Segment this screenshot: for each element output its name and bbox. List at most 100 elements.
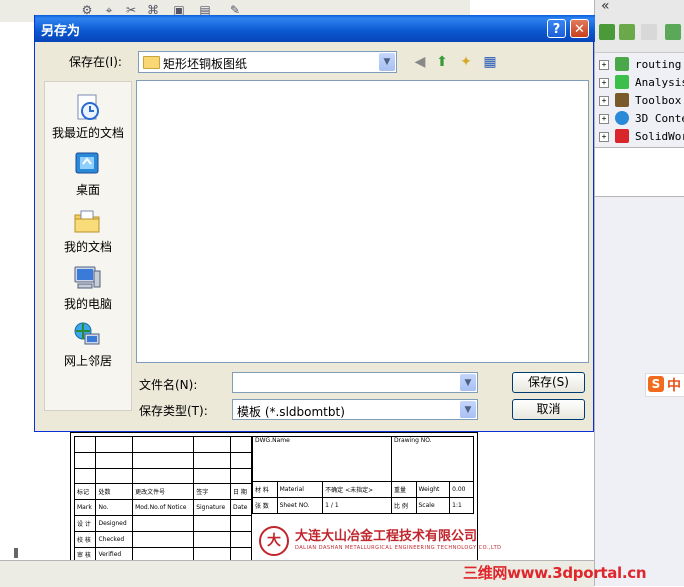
material-label-cn: 材 料	[252, 481, 278, 498]
task-pane: « + routing + Analysis + Toolbox + 3D Co…	[594, 0, 684, 586]
table-cell: Signature	[193, 499, 231, 516]
weight-value: 0.00	[449, 481, 474, 498]
save-in-label: 保存在(I):	[69, 55, 122, 69]
tree-item-analysis[interactable]: + Analysis	[595, 74, 684, 92]
file-type-value: 模板 (*.sldbomtbt)	[237, 405, 345, 419]
dialog-titlebar[interactable]: 另存为 ? ✕	[35, 15, 595, 42]
expand-icon[interactable]: +	[599, 114, 609, 124]
add-library-icon[interactable]	[619, 24, 635, 40]
places-bar: 我最近的文档 桌面 我的文档 我的电脑 网上邻居	[44, 81, 132, 411]
table-cell	[193, 530, 231, 548]
expand-icon[interactable]: +	[599, 132, 609, 142]
chevron-down-icon[interactable]: ▼	[379, 53, 395, 71]
my-computer-icon	[74, 266, 101, 289]
drawing-name-cell: DWG.Name	[252, 436, 392, 482]
scale-label-en: Scale	[415, 496, 451, 514]
sheet-label-cn: 张 数	[252, 496, 278, 514]
watermark: 三维网www.3dportal.cn	[463, 564, 647, 582]
scale-value: 1:1	[449, 496, 474, 514]
table-cell	[193, 514, 231, 532]
table-cell: Checked	[95, 530, 134, 548]
table-cell: 校 核	[73, 530, 97, 548]
file-list[interactable]	[136, 80, 589, 363]
tree-item-label: SolidWor	[635, 130, 684, 143]
place-label: 网上邻居	[63, 354, 112, 368]
table-cell	[229, 436, 253, 453]
table-cell: Designed	[95, 514, 134, 532]
file-name-label: 文件名(N):	[139, 378, 198, 392]
collapse-icon[interactable]: «	[601, 0, 610, 14]
expand-icon[interactable]: +	[599, 78, 609, 88]
expand-icon[interactable]: +	[599, 96, 609, 106]
view-menu-icon[interactable]: ▦	[481, 53, 499, 71]
expand-icon[interactable]: +	[599, 60, 609, 70]
network-places-icon	[74, 322, 100, 345]
design-library-icon[interactable]	[599, 24, 615, 40]
table-cell	[73, 436, 97, 453]
company-logo: 大	[259, 526, 289, 556]
table-row	[73, 436, 253, 453]
table-cell	[132, 530, 195, 548]
tree-item-solidworks[interactable]: + SolidWor	[595, 128, 684, 146]
table-cell: Date	[229, 499, 253, 516]
new-folder-icon[interactable]: ✦	[457, 53, 475, 71]
table-cell	[73, 451, 97, 469]
place-my-documents[interactable]: 我的文档	[45, 202, 131, 258]
info-table: DWG.Name Drawing NO. 材 料 Material 不确定 <未…	[252, 436, 475, 514]
place-label: 桌面	[75, 183, 100, 197]
place-my-computer[interactable]: 我的电脑	[45, 259, 131, 315]
file-type-dropdown[interactable]: 模板 (*.sldbomtbt) ▼	[232, 399, 478, 420]
place-network[interactable]: 网上邻居	[45, 316, 131, 372]
place-label: 我的文档	[63, 240, 112, 254]
save-in-value: 矩形坯铜板图纸	[163, 57, 248, 71]
desktop-icon	[75, 152, 99, 174]
table-row: 设 计 Designed	[73, 514, 253, 532]
material-value: 不确定 <未指定>	[322, 481, 392, 498]
tree-item-toolbox[interactable]: + Toolbox	[595, 92, 684, 110]
folder-icon[interactable]	[641, 24, 657, 40]
refresh-icon[interactable]	[665, 24, 681, 40]
table-cell	[132, 436, 195, 453]
table-row: 校 核 Checked	[73, 530, 253, 548]
folder-icon	[143, 56, 160, 69]
revision-table: 标记 处数 更改文件号 签字日 期 Mark No. Mod.No.of Notice Sig…	[73, 436, 253, 580]
table-cell: 处数	[95, 483, 134, 501]
tree-item-3d-content[interactable]: + 3D Conte	[595, 110, 684, 128]
analysis-icon	[615, 75, 629, 89]
chevron-down-icon[interactable]: ▼	[460, 401, 476, 418]
back-icon[interactable]: ◀	[411, 53, 429, 71]
table-cell	[95, 436, 134, 453]
table-cell: 日 期	[229, 483, 253, 501]
tree-item-routing[interactable]: + routing	[595, 56, 684, 74]
origin-marker	[14, 548, 18, 558]
company-name-cn: 大连大山冶金工程技术有限公司	[295, 529, 478, 544]
up-folder-icon[interactable]: ⬆	[433, 53, 451, 71]
ime-mode-label: 中	[667, 378, 681, 394]
file-type-label: 保存类型(T):	[139, 404, 208, 418]
close-button[interactable]: ✕	[570, 19, 589, 38]
table-cell	[95, 451, 134, 469]
tree-item-label: Toolbox	[635, 94, 682, 107]
table-cell	[95, 467, 134, 485]
file-name-input[interactable]: ▼	[232, 372, 478, 393]
task-pane-header: «	[595, 0, 684, 53]
table-cell	[193, 436, 231, 453]
company-banner: 大 大连大山冶金工程技术有限公司 DALIAN DASHAN METALLURG…	[255, 522, 501, 558]
table-row: 标记 处数 更改文件号 签字日 期	[73, 483, 253, 501]
place-label: 我的电脑	[63, 297, 112, 311]
ime-status[interactable]: S 中	[645, 373, 684, 397]
help-button[interactable]: ?	[547, 19, 566, 38]
my-documents-icon	[74, 210, 100, 233]
chevron-down-icon[interactable]: ▼	[460, 374, 476, 391]
save-button[interactable]: 保存(S)	[512, 372, 585, 393]
company-name-en: DALIAN DASHAN METALLURGICAL ENGINEERING …	[295, 545, 502, 551]
weight-label-en: Weight	[415, 481, 451, 498]
place-recent-documents[interactable]: 我最近的文档	[45, 88, 131, 144]
scale-label-cn: 比 例	[390, 496, 417, 514]
drawing-title-block: 标记 处数 更改文件号 签字日 期 Mark No. Mod.No.of Notice Sig…	[70, 432, 501, 580]
place-desktop[interactable]: 桌面	[45, 145, 131, 201]
save-in-dropdown[interactable]: 矩形坯铜板图纸 ▼	[138, 51, 397, 73]
cancel-button[interactable]: 取消	[512, 399, 585, 420]
tree-item-label: Analysis	[635, 76, 684, 89]
sheet-label-en: Sheet NO.	[276, 496, 324, 514]
